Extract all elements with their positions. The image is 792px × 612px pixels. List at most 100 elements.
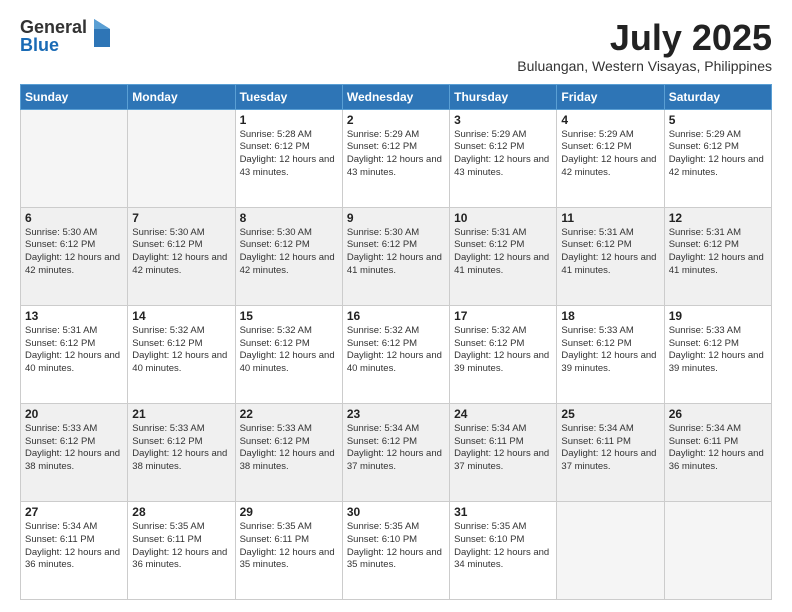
day-info: Sunrise: 5:32 AM Sunset: 6:12 PM Dayligh… (132, 325, 230, 376)
day-number: 10 (454, 211, 552, 225)
day-info: Sunrise: 5:30 AM Sunset: 6:12 PM Dayligh… (347, 227, 445, 278)
day-number: 29 (240, 505, 338, 519)
day-info: Sunrise: 5:31 AM Sunset: 6:12 PM Dayligh… (561, 227, 659, 278)
calendar-table: Sunday Monday Tuesday Wednesday Thursday… (20, 84, 772, 600)
day-info: Sunrise: 5:35 AM Sunset: 6:10 PM Dayligh… (454, 521, 552, 572)
table-row: 24 Sunrise: 5:34 AM Sunset: 6:11 PM Dayli… (450, 403, 557, 501)
table-row: 9Sunrise: 5:30 AM Sunset: 6:12 PM Daylig… (342, 207, 449, 305)
table-row: 29 Sunrise: 5:35 AM Sunset: 6:11 PM Dayli… (235, 501, 342, 599)
day-number: 22 (240, 407, 338, 421)
logo-text: General Blue (20, 18, 87, 54)
day-number: 6 (25, 211, 123, 225)
day-number: 31 (454, 505, 552, 519)
table-row: 23 Sunrise: 5:34 AM Sunset: 6:12 PM Dayli… (342, 403, 449, 501)
day-info: Sunrise: 5:33 AM Sunset: 6:12 PM Dayligh… (25, 423, 123, 474)
table-row: 7Sunrise: 5:30 AM Sunset: 6:12 PM Daylig… (128, 207, 235, 305)
table-row: 11 Sunrise: 5:31 AM Sunset: 6:12 PM Dayli… (557, 207, 664, 305)
table-row: 25Sunrise: 5:34 AM Sunset: 6:11 PM Dayli… (557, 403, 664, 501)
table-row (664, 501, 771, 599)
day-number: 3 (454, 113, 552, 127)
table-row: 12 Sunrise: 5:31 AM Sunset: 6:12 PM Dayli… (664, 207, 771, 305)
table-row: 20 Sunrise: 5:33 AM Sunset: 6:12 PM Dayli… (21, 403, 128, 501)
day-number: 11 (561, 211, 659, 225)
day-number: 17 (454, 309, 552, 323)
day-number: 7 (132, 211, 230, 225)
day-info: Sunrise: 5:35 AM Sunset: 6:11 PM Dayligh… (240, 521, 338, 572)
day-number: 2 (347, 113, 445, 127)
table-row: 18Sunrise: 5:33 AM Sunset: 6:12 PM Dayli… (557, 305, 664, 403)
col-wednesday: Wednesday (342, 84, 449, 109)
table-row: 8 Sunrise: 5:30 AM Sunset: 6:12 PM Daylig… (235, 207, 342, 305)
logo-blue: Blue (20, 36, 87, 54)
day-number: 24 (454, 407, 552, 421)
logo-general: General (20, 18, 87, 36)
table-row: 30 Sunrise: 5:35 AM Sunset: 6:10 PM Dayli… (342, 501, 449, 599)
day-number: 4 (561, 113, 659, 127)
calendar-week-row: 1 Sunrise: 5:28 AM Sunset: 6:12 PM Daylig… (21, 109, 772, 207)
day-number: 8 (240, 211, 338, 225)
logo: General Blue (20, 18, 112, 54)
day-info: Sunrise: 5:31 AM Sunset: 6:12 PM Dayligh… (454, 227, 552, 278)
day-info: Sunrise: 5:34 AM Sunset: 6:11 PM Dayligh… (454, 423, 552, 474)
day-number: 20 (25, 407, 123, 421)
col-friday: Friday (557, 84, 664, 109)
title-area: July 2025 Buluangan, Western Visayas, Ph… (517, 18, 772, 74)
day-number: 13 (25, 309, 123, 323)
table-row: 5 Sunrise: 5:29 AM Sunset: 6:12 PM Daylig… (664, 109, 771, 207)
day-info: Sunrise: 5:33 AM Sunset: 6:12 PM Dayligh… (669, 325, 767, 376)
table-row: 3 Sunrise: 5:29 AM Sunset: 6:12 PM Daylig… (450, 109, 557, 207)
day-number: 26 (669, 407, 767, 421)
day-info: Sunrise: 5:30 AM Sunset: 6:12 PM Dayligh… (240, 227, 338, 278)
day-info: Sunrise: 5:29 AM Sunset: 6:12 PM Dayligh… (669, 129, 767, 180)
day-info: Sunrise: 5:32 AM Sunset: 6:12 PM Dayligh… (347, 325, 445, 376)
calendar-week-row: 20 Sunrise: 5:33 AM Sunset: 6:12 PM Dayli… (21, 403, 772, 501)
day-number: 21 (132, 407, 230, 421)
page: General Blue July 2025 Buluangan, Wester… (0, 0, 792, 612)
day-info: Sunrise: 5:34 AM Sunset: 6:11 PM Dayligh… (669, 423, 767, 474)
table-row: 16 Sunrise: 5:32 AM Sunset: 6:12 PM Dayli… (342, 305, 449, 403)
calendar-week-row: 13 Sunrise: 5:31 AM Sunset: 6:12 PM Dayli… (21, 305, 772, 403)
table-row: 10 Sunrise: 5:31 AM Sunset: 6:12 PM Dayli… (450, 207, 557, 305)
table-row: 17 Sunrise: 5:32 AM Sunset: 6:12 PM Dayli… (450, 305, 557, 403)
day-info: Sunrise: 5:35 AM Sunset: 6:10 PM Dayligh… (347, 521, 445, 572)
col-saturday: Saturday (664, 84, 771, 109)
subtitle: Buluangan, Western Visayas, Philippines (517, 58, 772, 74)
table-row: 22 Sunrise: 5:33 AM Sunset: 6:12 PM Dayli… (235, 403, 342, 501)
col-monday: Monday (128, 84, 235, 109)
day-number: 30 (347, 505, 445, 519)
table-row (557, 501, 664, 599)
table-row (128, 109, 235, 207)
day-info: Sunrise: 5:29 AM Sunset: 6:12 PM Dayligh… (454, 129, 552, 180)
table-row: 31 Sunrise: 5:35 AM Sunset: 6:10 PM Dayli… (450, 501, 557, 599)
day-info: Sunrise: 5:33 AM Sunset: 6:12 PM Dayligh… (240, 423, 338, 474)
day-number: 12 (669, 211, 767, 225)
calendar-week-row: 27Sunrise: 5:34 AM Sunset: 6:11 PM Dayli… (21, 501, 772, 599)
table-row: 14 Sunrise: 5:32 AM Sunset: 6:12 PM Dayli… (128, 305, 235, 403)
day-info: Sunrise: 5:32 AM Sunset: 6:12 PM Dayligh… (240, 325, 338, 376)
day-info: Sunrise: 5:31 AM Sunset: 6:12 PM Dayligh… (669, 227, 767, 278)
day-number: 28 (132, 505, 230, 519)
col-tuesday: Tuesday (235, 84, 342, 109)
day-info: Sunrise: 5:33 AM Sunset: 6:12 PM Dayligh… (132, 423, 230, 474)
table-row: 2 Sunrise: 5:29 AM Sunset: 6:12 PM Daylig… (342, 109, 449, 207)
day-number: 19 (669, 309, 767, 323)
table-row: 19 Sunrise: 5:33 AM Sunset: 6:12 PM Dayli… (664, 305, 771, 403)
day-number: 14 (132, 309, 230, 323)
day-number: 16 (347, 309, 445, 323)
day-info: Sunrise: 5:29 AM Sunset: 6:12 PM Dayligh… (347, 129, 445, 180)
day-number: 23 (347, 407, 445, 421)
day-info: Sunrise: 5:28 AM Sunset: 6:12 PM Dayligh… (240, 129, 338, 180)
logo-icon (90, 19, 112, 49)
calendar-header-row: Sunday Monday Tuesday Wednesday Thursday… (21, 84, 772, 109)
day-number: 27 (25, 505, 123, 519)
header: General Blue July 2025 Buluangan, Wester… (20, 18, 772, 74)
table-row: 28 Sunrise: 5:35 AM Sunset: 6:11 PM Dayli… (128, 501, 235, 599)
day-number: 5 (669, 113, 767, 127)
table-row: 6Sunrise: 5:30 AM Sunset: 6:12 PM Daylig… (21, 207, 128, 305)
day-info: Sunrise: 5:35 AM Sunset: 6:11 PM Dayligh… (132, 521, 230, 572)
day-info: Sunrise: 5:34 AM Sunset: 6:12 PM Dayligh… (347, 423, 445, 474)
table-row: 1 Sunrise: 5:28 AM Sunset: 6:12 PM Daylig… (235, 109, 342, 207)
day-info: Sunrise: 5:32 AM Sunset: 6:12 PM Dayligh… (454, 325, 552, 376)
day-number: 1 (240, 113, 338, 127)
day-info: Sunrise: 5:31 AM Sunset: 6:12 PM Dayligh… (25, 325, 123, 376)
